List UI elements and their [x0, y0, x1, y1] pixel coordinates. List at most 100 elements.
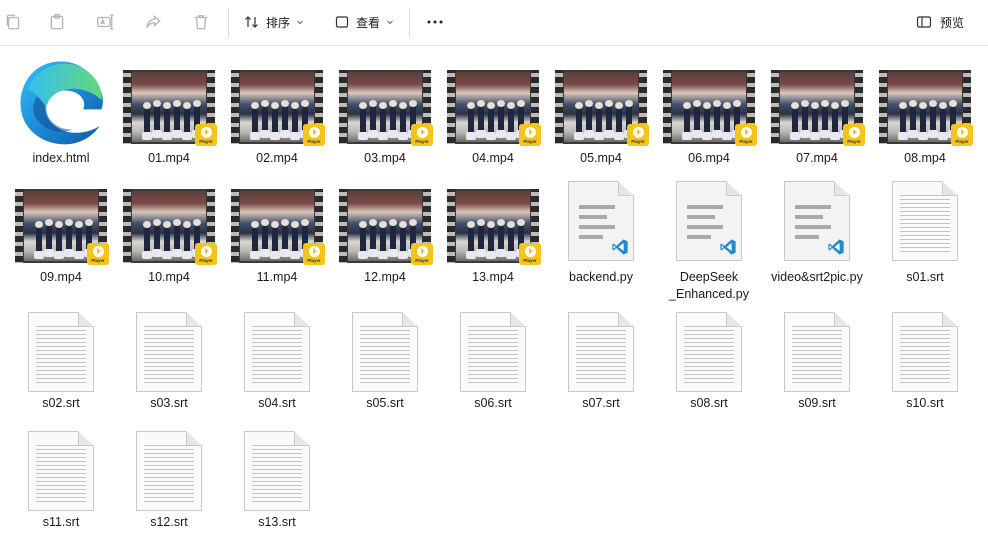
- file-item[interactable]: Player 13.mp4: [439, 173, 547, 286]
- file-item[interactable]: Player 12.mp4: [331, 173, 439, 286]
- file-item[interactable]: Player 10.mp4: [115, 173, 223, 286]
- view-icon: [335, 16, 349, 28]
- file-item[interactable]: s11.srt: [7, 428, 115, 531]
- file-thumbnail: Player: [547, 54, 655, 150]
- video-thumbnail: Player: [447, 189, 541, 265]
- delete-icon[interactable]: [188, 9, 214, 35]
- video-thumbnail: Player: [15, 189, 109, 265]
- file-thumbnail: Player: [115, 54, 223, 150]
- file-thumbnail: Player: [331, 173, 439, 269]
- text-file-icon: [352, 312, 418, 392]
- file-item[interactable]: s10.srt: [871, 309, 979, 412]
- view-button[interactable]: 查看: [330, 9, 398, 35]
- file-item[interactable]: s04.srt: [223, 309, 331, 412]
- file-thumbnail: [763, 309, 871, 395]
- file-thumbnail: Player: [655, 54, 763, 150]
- file-item[interactable]: s02.srt: [7, 309, 115, 412]
- file-item[interactable]: Player 06.mp4: [655, 54, 763, 167]
- file-name: s04.srt: [258, 396, 296, 410]
- file-thumbnail: Player: [763, 54, 871, 150]
- rename-icon[interactable]: [92, 9, 118, 35]
- copy-icon[interactable]: [0, 9, 26, 35]
- file-item[interactable]: Player 02.mp4: [223, 54, 331, 167]
- file-name: 12.mp4: [364, 270, 406, 284]
- file-item[interactable]: s06.srt: [439, 309, 547, 412]
- file-item[interactable]: s03.srt: [115, 309, 223, 412]
- file-item[interactable]: video&srt2pic.py: [763, 173, 871, 286]
- sort-icon: [245, 16, 258, 28]
- share-icon[interactable]: [140, 9, 166, 35]
- file-item[interactable]: s13.srt: [223, 428, 331, 531]
- paste-icon[interactable]: [44, 9, 70, 35]
- file-thumbnail: Player: [439, 54, 547, 150]
- file-name: 06.mp4: [688, 151, 730, 165]
- video-thumbnail: Player: [447, 70, 541, 146]
- file-thumbnail: [655, 309, 763, 395]
- preview-pane-button[interactable]: 预览: [916, 9, 964, 35]
- file-item[interactable]: Player 03.mp4: [331, 54, 439, 167]
- file-item[interactable]: s07.srt: [547, 309, 655, 412]
- view-label: 查看: [356, 15, 381, 30]
- file-thumbnail: [871, 309, 979, 395]
- file-item[interactable]: index.html: [7, 54, 115, 167]
- chevron-down-icon: [387, 20, 393, 25]
- file-name: s01.srt: [906, 270, 944, 284]
- file-thumbnail: [115, 309, 223, 395]
- file-name: s10.srt: [906, 396, 944, 410]
- player-badge-icon: Player: [303, 124, 325, 146]
- file-thumbnail: [547, 173, 655, 269]
- file-thumbnail: Player: [871, 54, 979, 150]
- toolbar-divider: [409, 8, 410, 38]
- video-thumbnail: Player: [123, 189, 217, 265]
- file-thumbnail: [115, 428, 223, 514]
- file-thumbnail: Player: [7, 173, 115, 269]
- player-badge-icon: Player: [303, 243, 325, 265]
- file-item[interactable]: s12.srt: [115, 428, 223, 531]
- text-file-icon: [892, 312, 958, 392]
- file-item[interactable]: Player 08.mp4: [871, 54, 979, 167]
- text-file-icon: [244, 431, 310, 511]
- video-thumbnail: Player: [663, 70, 757, 146]
- python-file-icon: [784, 181, 850, 261]
- file-thumbnail: [763, 173, 871, 269]
- video-thumbnail: Player: [339, 70, 433, 146]
- file-name: 07.mp4: [796, 151, 838, 165]
- file-item[interactable]: s05.srt: [331, 309, 439, 412]
- text-file-icon: [892, 181, 958, 261]
- file-item[interactable]: Player 11.mp4: [223, 173, 331, 286]
- file-item[interactable]: s08.srt: [655, 309, 763, 412]
- file-thumbnail: Player: [331, 54, 439, 150]
- player-badge-icon: Player: [411, 124, 433, 146]
- file-item[interactable]: Player 01.mp4: [115, 54, 223, 167]
- file-name: s07.srt: [582, 396, 620, 410]
- python-file-icon: [676, 181, 742, 261]
- chevron-down-icon: [297, 20, 303, 25]
- file-name: s06.srt: [474, 396, 512, 410]
- file-item[interactable]: backend.py: [547, 173, 655, 286]
- player-badge-icon: Player: [87, 243, 109, 265]
- file-item[interactable]: s09.srt: [763, 309, 871, 412]
- preview-pane-icon: [916, 16, 932, 28]
- player-badge-icon: Player: [951, 124, 973, 146]
- text-file-icon: [136, 312, 202, 392]
- sort-button[interactable]: 排序: [240, 9, 308, 35]
- more-options-button[interactable]: [420, 9, 450, 35]
- file-name: s09.srt: [798, 396, 836, 410]
- text-file-icon: [784, 312, 850, 392]
- file-name: video&srt2pic.py: [771, 270, 863, 284]
- file-item[interactable]: Player 05.mp4: [547, 54, 655, 167]
- player-badge-icon: Player: [195, 124, 217, 146]
- file-item[interactable]: Player 04.mp4: [439, 54, 547, 167]
- player-badge-icon: Player: [519, 243, 541, 265]
- text-file-icon: [136, 431, 202, 511]
- preview-label: 预览: [939, 15, 964, 30]
- file-name: s05.srt: [366, 396, 404, 410]
- file-thumbnail: [7, 54, 115, 150]
- text-file-icon: [676, 312, 742, 392]
- file-item[interactable]: Player 07.mp4: [763, 54, 871, 167]
- file-item[interactable]: DeepSeek _Enhanced.py: [655, 173, 763, 303]
- file-thumbnail: [223, 309, 331, 395]
- file-item[interactable]: Player 09.mp4: [7, 173, 115, 286]
- file-item[interactable]: s01.srt: [871, 173, 979, 286]
- file-thumbnail: [439, 309, 547, 395]
